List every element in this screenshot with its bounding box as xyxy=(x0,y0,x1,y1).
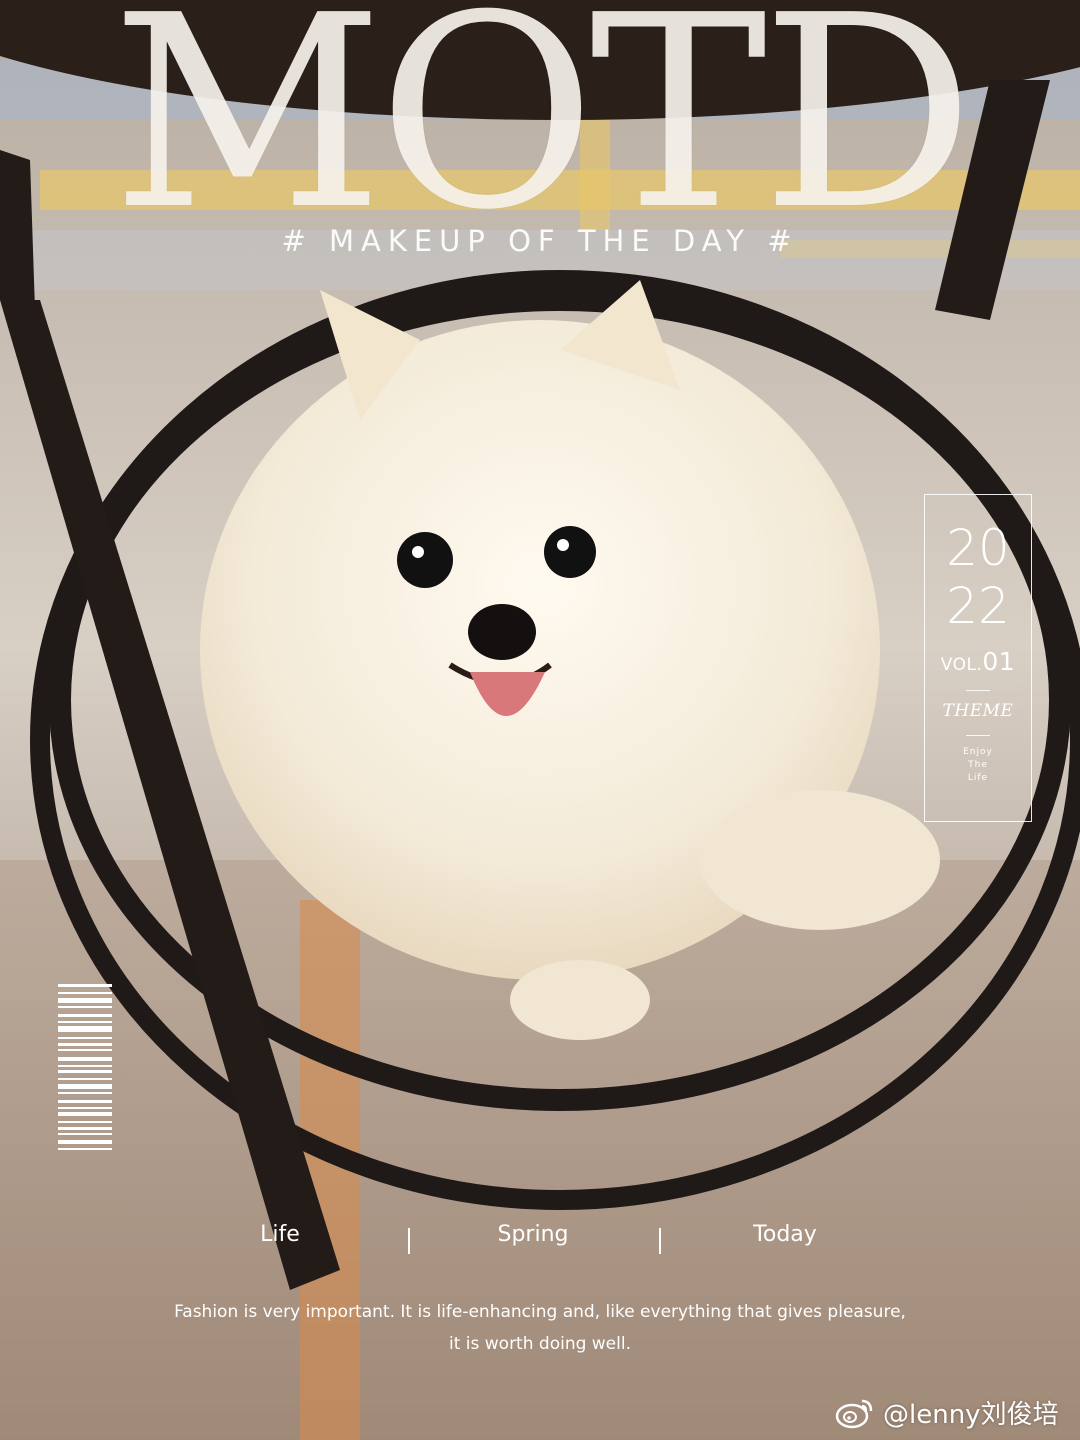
theme-label: THEME xyxy=(942,701,1014,721)
volume-label: VOL.01 xyxy=(925,647,1031,676)
weibo-icon xyxy=(835,1399,873,1429)
label-today: Today xyxy=(753,1222,817,1247)
section-labels: Life Spring Today xyxy=(155,1222,925,1266)
watermark-handle: @lenny刘俊培 xyxy=(883,1399,1059,1430)
label-spring: Spring xyxy=(497,1222,569,1247)
volume-prefix: VOL. xyxy=(940,655,983,675)
label-divider xyxy=(659,1228,661,1254)
tagline: # MAKEUP OF THE DAY # xyxy=(281,224,799,258)
barcode-icon xyxy=(58,984,112,1184)
quote-line-2: it is worth doing well. xyxy=(448,1334,631,1354)
issue-info-box: 20 22 VOL.01 THEME Enjoy The Life xyxy=(924,494,1032,822)
divider-line xyxy=(966,735,990,736)
watermark: @lenny刘俊培 xyxy=(835,1392,1059,1432)
label-divider xyxy=(408,1228,410,1254)
enjoy-line-3: Life xyxy=(967,773,989,783)
magazine-cover: MOTD # MAKEUP OF THE DAY # 20 22 VOL.01 … xyxy=(0,0,1080,1440)
enjoy-line-1: Enjoy xyxy=(963,747,993,757)
masthead-title: MOTD xyxy=(111,0,974,268)
volume-number: 01 xyxy=(982,647,1016,676)
year-second-half: 22 xyxy=(946,577,1010,635)
enjoy-line-2: The xyxy=(968,760,988,770)
quote-line-1: Fashion is very important. It is life-en… xyxy=(174,1302,906,1322)
fashion-quote: Fashion is very important. It is life-en… xyxy=(100,1296,980,1360)
label-life: Life xyxy=(260,1222,300,1247)
year-first-half: 20 xyxy=(946,519,1010,577)
divider-line xyxy=(966,690,990,691)
